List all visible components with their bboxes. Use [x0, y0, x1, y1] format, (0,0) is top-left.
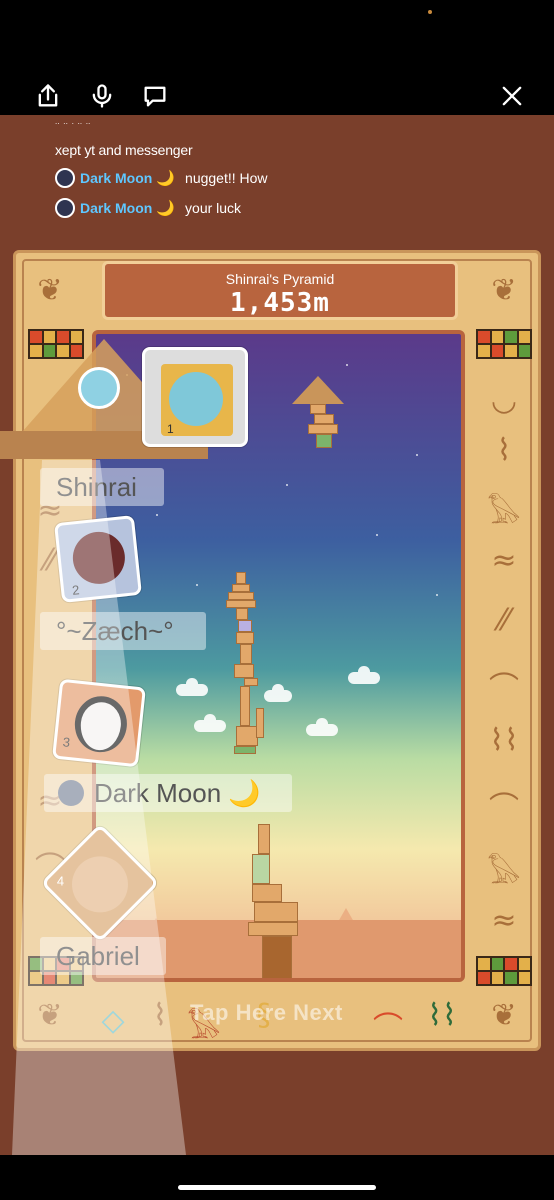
leaderboard-name: °~Zæch~°	[40, 612, 206, 650]
lion-glyph-icon: ≈	[491, 903, 517, 938]
leaderboard-rank-2-card[interactable]: 2	[54, 515, 142, 603]
comment-icon[interactable]	[141, 82, 169, 110]
feather-glyph-icon: ⌇⌇	[427, 998, 457, 1033]
avatar	[169, 372, 223, 426]
avatar	[58, 780, 84, 806]
top-toolbar	[0, 0, 554, 120]
height-value: 1,453m	[230, 288, 330, 318]
tap-here-next-button[interactable]: Tap Here Next	[190, 1000, 343, 1026]
cloud	[264, 684, 292, 702]
tower-block	[258, 824, 270, 854]
bottom-bar	[0, 1155, 554, 1200]
tower-block	[228, 592, 254, 600]
home-indicator[interactable]	[178, 1185, 376, 1190]
tower-block	[234, 746, 256, 754]
tower-block	[244, 678, 258, 686]
tower-block	[314, 414, 334, 424]
eye-glyph-icon: ◡	[490, 383, 518, 418]
pyramid-title: Shinrai's Pyramid	[225, 271, 335, 287]
rank-number: 3	[62, 734, 71, 751]
chat-username[interactable]: Dark Moon	[80, 170, 152, 186]
tower-block	[232, 584, 250, 592]
leaderboard-name: Dark Moon 🌙	[44, 774, 292, 812]
rank-number: 1	[167, 422, 174, 436]
chat-message: Dark Moon 🌙 nugget!! How	[55, 167, 268, 189]
bird-glyph-icon: 𓅃	[487, 856, 521, 891]
cloud	[194, 714, 226, 732]
tower-block	[316, 434, 332, 448]
chat-line: xept yt and messenger	[55, 142, 193, 158]
leaderboard-rank-3-card[interactable]: 3	[52, 678, 146, 768]
lion-glyph-icon: ≈	[491, 543, 517, 578]
moon-emoji: 🌙	[156, 200, 176, 217]
tower-block	[238, 620, 252, 632]
tower-block	[308, 424, 338, 434]
colored-grid-icon	[476, 956, 532, 986]
tower-block	[240, 644, 252, 664]
rank-number: 4	[56, 873, 65, 889]
leaderboard-name: Gabriel	[40, 937, 166, 975]
wheat-glyph-icon: ❦	[491, 273, 517, 308]
avatar	[55, 168, 75, 188]
close-icon[interactable]	[498, 82, 526, 110]
leaderboard-name-text: Dark Moon 🌙	[94, 777, 261, 808]
avatar	[72, 856, 128, 913]
avatar	[72, 693, 130, 755]
cloud	[348, 666, 380, 684]
wheat-glyph-icon: ❦	[37, 998, 63, 1033]
chat-message: Dark Moon 🌙 your luck	[55, 197, 241, 219]
colored-grid-icon	[476, 329, 532, 359]
tower-block	[240, 686, 250, 726]
tower-block	[262, 936, 292, 978]
wheat-glyph-icon: ❦	[37, 273, 63, 308]
tower-block	[236, 726, 258, 746]
reed-glyph-icon: ⁄⁄	[498, 603, 510, 638]
leaderboard-name: Shinrai	[40, 468, 164, 506]
tower-block	[252, 884, 282, 902]
avatar	[55, 198, 75, 218]
tower-block	[234, 664, 254, 678]
arch-glyph-icon: ⌒	[489, 791, 519, 826]
feather-glyph-icon: ⌇	[496, 433, 512, 468]
cloud	[176, 678, 208, 696]
microphone-icon[interactable]	[88, 82, 116, 110]
mini-pyramid	[292, 376, 344, 404]
moon-emoji: 🌙	[156, 170, 176, 187]
tower-block	[236, 632, 254, 644]
share-icon[interactable]	[34, 82, 62, 110]
arch-glyph-icon: ⌒	[373, 1011, 403, 1046]
chat-username[interactable]: Dark Moon	[80, 200, 152, 216]
feather-glyph-icon: ⌇	[152, 998, 168, 1033]
tower-block	[252, 854, 270, 884]
live-stream-area: " " ' " " xept yt and messenger Dark Moo…	[0, 115, 554, 1155]
cloud	[306, 718, 338, 736]
feather-glyph-icon: ⌇⌇	[489, 723, 519, 758]
status-indicator-dot	[428, 10, 432, 14]
eye-glyph-icon: ◇	[101, 1003, 125, 1038]
current-player-card[interactable]: 1	[142, 347, 248, 447]
chat-text: nugget!! How	[185, 170, 268, 186]
tower-block	[310, 404, 326, 414]
arch-glyph-icon: ⌒	[489, 671, 519, 706]
rank-number: 2	[71, 582, 81, 598]
tower-block	[254, 902, 298, 922]
bird-glyph-icon: 𓅃	[487, 496, 521, 531]
avatar	[78, 367, 120, 409]
tower-block	[236, 608, 248, 620]
score-panel: Shinrai's Pyramid 1,453m	[102, 261, 458, 320]
chat-text: your luck	[185, 200, 242, 216]
tower-block	[248, 922, 298, 936]
avatar	[70, 529, 128, 587]
tower-block	[256, 708, 264, 738]
chat-partial-line: " " ' " "	[55, 123, 375, 129]
tower-block	[236, 572, 246, 584]
wheat-glyph-icon: ❦	[491, 998, 517, 1033]
tower-block	[226, 600, 256, 608]
